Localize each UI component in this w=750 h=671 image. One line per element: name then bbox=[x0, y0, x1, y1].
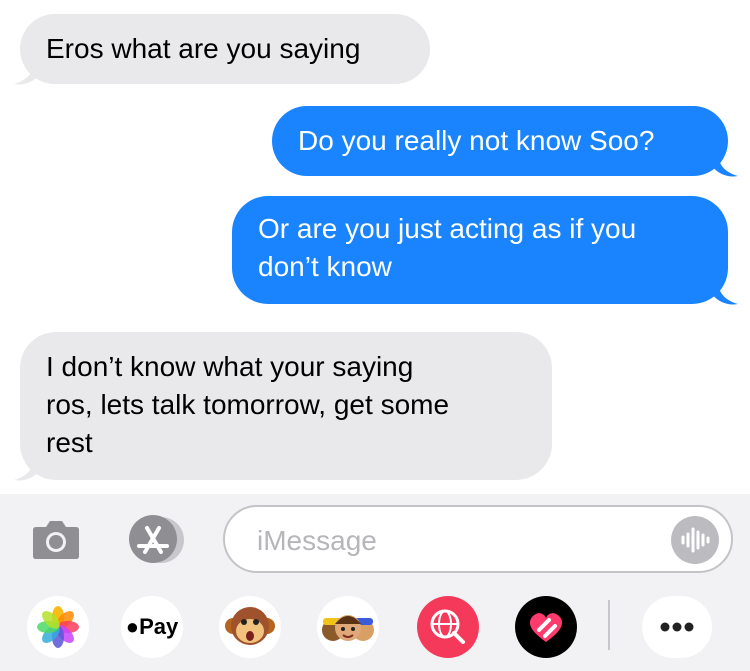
waveform-icon bbox=[681, 527, 710, 553]
message-text-line: ros, lets talk tomorrow, get some bbox=[46, 389, 450, 420]
message-text-line: rest bbox=[46, 427, 93, 458]
message-text: Do you really not know Soo? bbox=[298, 125, 655, 156]
digital-touch-button[interactable] bbox=[515, 596, 577, 658]
app-tray: ●Pay bbox=[0, 596, 750, 660]
message-input-container[interactable] bbox=[223, 505, 733, 573]
camera-icon bbox=[33, 521, 79, 559]
message-text: Eros what are you saying bbox=[46, 33, 361, 64]
heart-icon bbox=[529, 613, 563, 642]
photos-app-button[interactable] bbox=[27, 596, 89, 658]
audio-message-button[interactable] bbox=[671, 516, 719, 564]
animoji-button[interactable] bbox=[219, 596, 281, 658]
sent-message-bubble[interactable]: Do you really not know Soo? bbox=[272, 106, 728, 176]
memoji-stickers-button[interactable] bbox=[317, 596, 379, 658]
more-apps-button[interactable] bbox=[642, 596, 712, 658]
apple-pay-label: Pay bbox=[139, 614, 179, 639]
message-thread: Eros what are you saying Do you really n… bbox=[0, 0, 750, 494]
globe-search-icon bbox=[430, 609, 465, 644]
ellipsis-icon bbox=[660, 622, 694, 632]
message-input[interactable] bbox=[255, 521, 659, 561]
received-bubble-tail bbox=[14, 456, 40, 481]
apple-pay-button[interactable]: ●Pay bbox=[121, 596, 183, 658]
image-search-button[interactable] bbox=[417, 596, 479, 658]
apple-icon: ● bbox=[125, 614, 140, 639]
tray-divider bbox=[608, 600, 610, 650]
monkey-icon bbox=[225, 607, 275, 645]
sent-bubble-tail bbox=[712, 280, 738, 305]
sent-bubble-tail bbox=[712, 152, 738, 177]
camera-button[interactable] bbox=[32, 519, 80, 559]
received-message-bubble[interactable]: I don’t know what your saying ros, lets … bbox=[20, 332, 552, 480]
received-bubble-tail bbox=[14, 60, 40, 85]
received-message-bubble[interactable]: Eros what are you saying bbox=[20, 14, 430, 84]
app-store-icon bbox=[129, 515, 184, 563]
message-text-line: I don’t know what your saying bbox=[46, 351, 414, 382]
sent-message-bubble[interactable]: Or are you just acting as if you don’t k… bbox=[232, 196, 728, 304]
message-text-line: don’t know bbox=[258, 251, 392, 282]
photos-icon bbox=[37, 606, 79, 648]
app-store-button[interactable] bbox=[123, 514, 193, 564]
memoji-icon bbox=[322, 615, 374, 641]
message-text-line: Or are you just acting as if you bbox=[258, 213, 637, 244]
